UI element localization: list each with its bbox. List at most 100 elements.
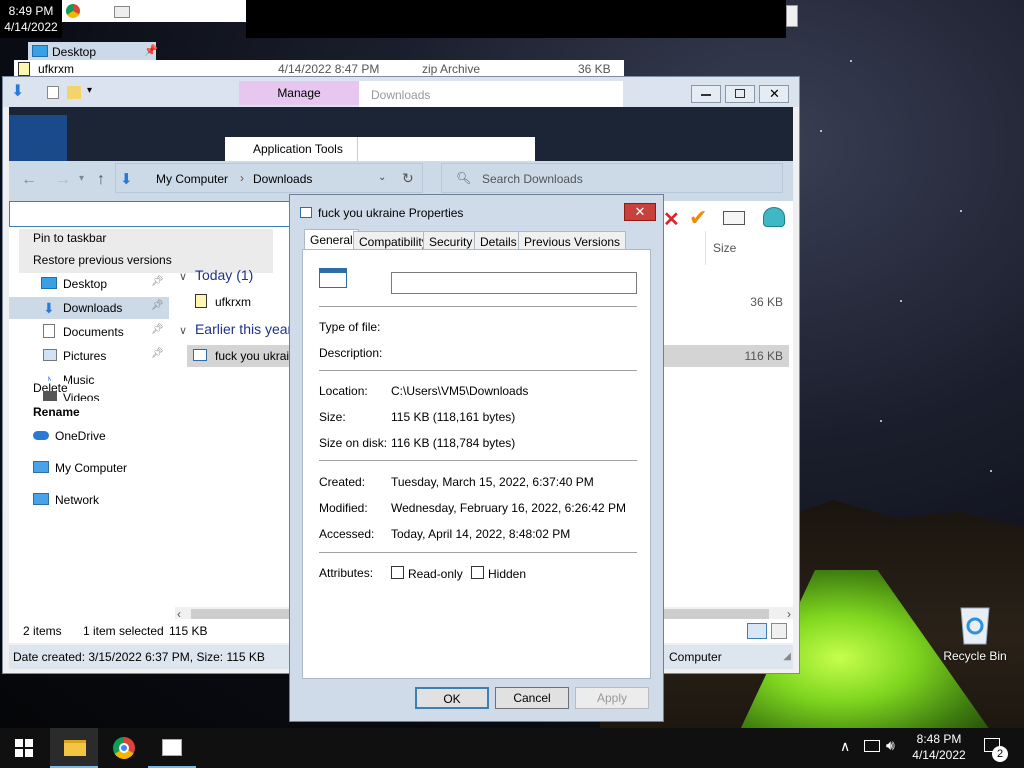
shell-icon[interactable] — [763, 207, 785, 227]
maximize-icon — [735, 89, 745, 98]
tab-label: Security — [429, 235, 473, 249]
back-arrow-icon[interactable]: ← — [21, 171, 37, 189]
context-item-rename[interactable]: Rename — [33, 405, 80, 419]
tab-label: Compatibility — [359, 235, 428, 249]
start-button[interactable] — [0, 728, 48, 768]
location-label: Location: — [319, 384, 368, 398]
download-arrow-icon: ⬇ — [43, 300, 55, 316]
application-icon — [193, 349, 207, 361]
cancel-button[interactable]: Cancel — [495, 687, 569, 709]
sidebar-item-my-computer[interactable]: My Computer — [9, 457, 169, 479]
clock-date: 4/14/2022 — [912, 748, 966, 762]
file-name-field[interactable] — [391, 272, 637, 294]
refresh-icon[interactable]: ↻ — [402, 170, 414, 187]
group-label: Earlier this year — [194, 321, 293, 337]
cloud-icon — [33, 431, 49, 440]
ghost-file-size: 36 KB — [578, 62, 611, 76]
tab-manage[interactable]: Manage — [239, 81, 359, 105]
recent-dropdown-icon[interactable]: ▾ — [79, 173, 84, 184]
pin-icon[interactable]: 📌︎ — [151, 348, 164, 359]
search-box[interactable]: 🔍︎ Search Downloads — [441, 163, 783, 193]
zip-icon — [18, 62, 30, 76]
sidebar-item-label: My Computer — [55, 461, 128, 475]
folder-icon[interactable] — [67, 86, 81, 99]
breadcrumb-my-computer[interactable]: My Computer — [156, 172, 228, 186]
taskbar: ∧ 🔊︎ 8:48 PM 4/14/2022 2 — [0, 728, 1024, 768]
tab-manage-label: Manage — [277, 86, 321, 100]
sidebar-item-network[interactable]: Network — [9, 489, 169, 511]
taskbar-application[interactable] — [148, 728, 196, 768]
properties-dialog[interactable]: fuck you ukraine Properties ✕ General Co… — [289, 194, 664, 722]
resize-grip-icon[interactable]: ◢ — [783, 651, 791, 662]
ok-button[interactable]: OK — [415, 687, 489, 709]
sidebar-item-videos[interactable]: Videos — [9, 391, 169, 401]
rename-box-icon[interactable] — [723, 211, 745, 225]
apply-button[interactable]: Apply — [575, 687, 649, 709]
sidebar-item-label: Documents — [63, 325, 124, 339]
sidebar-item-desktop[interactable]: Desktop 📌︎ — [9, 273, 169, 295]
status-item-count: 2 items — [23, 624, 62, 638]
search-placeholder: Search Downloads — [482, 172, 583, 186]
address-bar[interactable]: ⬇ My Computer › Downloads ⌄ ↻ — [115, 163, 423, 193]
read-only-checkbox[interactable] — [391, 566, 404, 579]
explorer-titlebar[interactable]: ⬇ ▾ Manage Downloads ✕ — [3, 77, 799, 109]
show-hidden-icons-icon[interactable]: ∧ — [840, 738, 850, 755]
top-strip — [62, 0, 246, 22]
action-center-button[interactable]: 2 — [980, 736, 1010, 762]
pin-icon: 📌 — [144, 45, 158, 57]
pin-icon[interactable]: 📌︎ — [151, 276, 164, 287]
column-header-size[interactable]: Size — [713, 241, 736, 255]
group-header-today[interactable]: ∨ Today (1) — [179, 267, 253, 283]
quick-access-dropdown-icon[interactable]: ▾ — [87, 85, 92, 96]
modified-label: Modified: — [319, 501, 368, 515]
recycle-bin-shortcut[interactable]: Recycle Bin — [940, 602, 1010, 672]
breadcrumb-downloads[interactable]: Downloads — [253, 172, 312, 186]
taskbar-chrome[interactable] — [100, 728, 148, 768]
ghost-desktop-row: Desktop 📌 — [28, 42, 158, 62]
tab-label: Previous Versions — [524, 235, 621, 249]
hidden-label[interactable]: Hidden — [488, 567, 526, 581]
attributes-label: Attributes: — [319, 566, 374, 580]
menu-item-restore-previous-versions[interactable]: Restore previous versions — [33, 253, 172, 267]
details-view-button[interactable] — [747, 623, 767, 639]
collapse-chevron-icon: ∨ — [179, 325, 188, 337]
maximize-button[interactable] — [725, 85, 755, 103]
sidebar-item-downloads[interactable]: ⬇ Downloads 📌︎ — [9, 297, 169, 319]
taskbar-file-explorer[interactable] — [50, 728, 98, 768]
application-icon — [162, 739, 182, 756]
dialog-close-button[interactable]: ✕ — [624, 203, 656, 221]
properties-icon[interactable] — [47, 86, 59, 99]
tab-application-tools[interactable]: Application Tools — [225, 137, 535, 161]
address-dropdown-icon[interactable]: ⌄ — [378, 172, 386, 183]
column-divider — [705, 231, 706, 265]
folder-icon — [64, 740, 86, 756]
rename-input-strip[interactable] — [9, 201, 299, 227]
pin-icon[interactable]: 📌︎ — [151, 300, 164, 311]
tab-downloads-label: Downloads — [371, 88, 431, 102]
delete-x-icon[interactable]: ✕ — [663, 207, 680, 232]
network-icon[interactable] — [864, 740, 880, 752]
group-label: Today (1) — [194, 267, 254, 283]
sidebar-item-onedrive[interactable]: OneDrive — [9, 425, 169, 447]
close-button[interactable]: ✕ — [759, 85, 789, 103]
divider — [319, 370, 637, 371]
checkmark-icon[interactable]: ✔ — [689, 205, 707, 231]
large-icons-view-button[interactable] — [771, 623, 787, 639]
sidebar-item-documents[interactable]: Documents 📌︎ — [9, 321, 169, 343]
created-label: Created: — [319, 475, 366, 489]
ghost-file-date: 4/14/2022 8:47 PM — [278, 62, 380, 76]
forward-arrow-icon[interactable]: → — [55, 171, 71, 189]
chrome-icon — [66, 4, 80, 18]
menu-item-pin-to-taskbar[interactable]: Pin to taskbar — [33, 231, 106, 245]
volume-icon[interactable]: 🔊︎ — [886, 737, 895, 754]
sidebar-item-pictures[interactable]: Pictures 📌︎ — [9, 345, 169, 367]
tab-downloads[interactable]: Downloads — [359, 81, 623, 109]
read-only-label[interactable]: Read-only — [408, 567, 463, 581]
up-arrow-icon[interactable]: ↑ — [97, 171, 105, 189]
collapse-chevron-icon: ∨ — [179, 271, 188, 283]
hidden-checkbox[interactable] — [471, 566, 484, 579]
group-header-earlier[interactable]: ∨ Earlier this year — [179, 321, 292, 337]
taskbar-clock[interactable]: 8:48 PM 4/14/2022 — [906, 731, 972, 763]
pin-icon[interactable]: 📌︎ — [151, 324, 164, 335]
minimize-button[interactable] — [691, 85, 721, 103]
